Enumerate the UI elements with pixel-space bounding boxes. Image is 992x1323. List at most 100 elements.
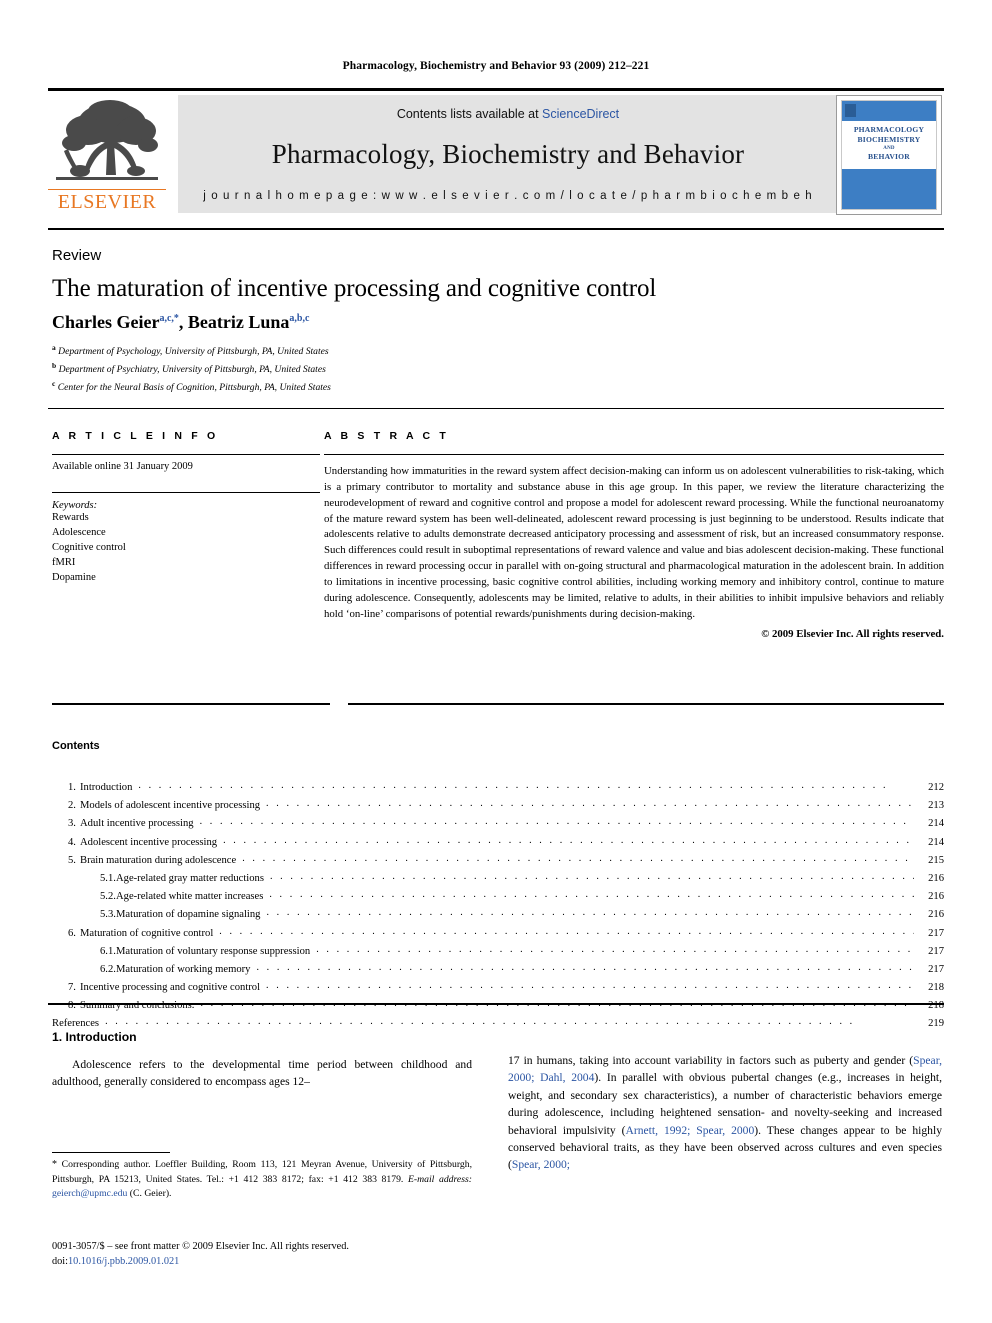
toc-page-number: 218 <box>928 982 944 994</box>
journal-title: Pharmacology, Biochemistry and Behavior <box>271 139 745 169</box>
sciencedirect-link[interactable]: ScienceDirect <box>542 107 619 121</box>
toc-label: Adolescent incentive processing <box>80 836 218 848</box>
toc-entry[interactable]: 8. Summary and conclusions.. . . . . . . … <box>52 996 944 1014</box>
keyword-item: Cognitive control <box>52 541 126 553</box>
toc-page-number: 216 <box>928 909 944 921</box>
intro-paragraph-left: Adolescence refers to the developmental … <box>52 1058 472 1089</box>
author-2-name: Beatriz Luna <box>187 312 290 332</box>
article-page: Pharmacology, Biochemistry and Behavior … <box>0 0 992 1323</box>
cover-line-3: AND <box>883 145 895 151</box>
toc-label: Maturation of cognitive control <box>80 927 214 939</box>
toc-leader: . . . . . . . . . . . . . . . . . . . . … <box>199 816 914 828</box>
toc-entry[interactable]: 3. Adult incentive processing . . . . . . … <box>52 814 944 832</box>
abstract-panel: A B S T R A C T Understanding how immatu… <box>324 430 944 640</box>
citation-link[interactable]: Arnett, 1992; Spear, 2000 <box>626 1124 755 1137</box>
body-column-left: 1. Introduction Adolescence refers to th… <box>52 1030 472 1091</box>
journal-homepage-link[interactable]: j o u r n a l h o m e p a g e : w w w . … <box>178 190 838 202</box>
toc-page-number: 213 <box>928 800 944 812</box>
toc-page-number: 217 <box>928 963 944 975</box>
abstract-heading: A B S T R A C T <box>324 430 449 442</box>
toc-label: Maturation of voluntary response suppres… <box>116 945 311 957</box>
affiliation-mark: c <box>52 378 56 388</box>
toc-entry[interactable]: 6. Maturation of cognitive control . . . .… <box>52 924 944 942</box>
citation-link[interactable]: Spear, 2000; <box>512 1158 570 1171</box>
affiliation-text: Department of Psychology, University of … <box>58 346 329 358</box>
toc-label: Maturation of dopamine signaling <box>116 909 261 921</box>
toc-leader: . . . . . . . . . . . . . . . . . . . . … <box>266 980 914 992</box>
email-link[interactable]: geierch@upmc.edu <box>52 1188 127 1199</box>
intro-paragraph-right: 17 in humans, taking into account variab… <box>508 1052 942 1174</box>
toc-label: Adult incentive processing <box>80 818 194 830</box>
author-list: Charles Geiera,c,*, Beatriz Lunaa,b,c <box>52 312 912 333</box>
toc-label: Models of adolescent incentive processin… <box>80 800 261 812</box>
toc-number: 1. <box>68 782 76 794</box>
footnote-separator-rule <box>52 1152 170 1153</box>
masthead-bottom-rule <box>48 228 944 230</box>
toc-entry[interactable]: 5.2. Age-related white matter increases . … <box>52 887 944 905</box>
keywords-label: Keywords: <box>52 500 98 511</box>
table-of-contents: 1. Introduction . . . . . . . . . . . . . … <box>52 778 944 1033</box>
toc-entry[interactable]: 1. Introduction . . . . . . . . . . . . . … <box>52 778 944 796</box>
masthead-band: Contents lists available at ScienceDirec… <box>178 95 838 213</box>
toc-entry[interactable]: 5.3. Maturation of dopamine signaling . . … <box>52 905 944 923</box>
abstract-text: Understanding how immaturities in the re… <box>324 465 944 620</box>
doi-link[interactable]: 10.1016/j.pbb.2009.01.021 <box>68 1256 179 1267</box>
body-column-right: 17 in humans, taking into account variab… <box>508 1052 942 1174</box>
toc-page-number: 218 <box>928 1000 944 1012</box>
toc-number: 5. <box>68 854 76 866</box>
toc-page-number: 214 <box>928 818 944 830</box>
toc-number: 7. <box>68 982 76 994</box>
toc-number: 3. <box>68 818 76 830</box>
email-owner: (C. Geier). <box>127 1187 172 1199</box>
doi-line: doi:10.1016/j.pbb.2009.01.021 <box>52 1255 512 1270</box>
toc-label: Incentive processing and cognitive contr… <box>80 982 261 994</box>
section-heading-introduction: 1. Introduction <box>52 1030 137 1044</box>
toc-page-number: 216 <box>928 872 944 884</box>
toc-label: Age-related gray matter reductions <box>116 872 264 884</box>
doi-label: doi: <box>52 1255 69 1267</box>
title-block-bottom-rule <box>48 408 944 409</box>
abstract-bottom-rule <box>348 703 944 705</box>
toc-number: 5.3. <box>100 909 116 921</box>
toc-entry[interactable]: 5. Brain maturation during adolescence . .… <box>52 851 944 869</box>
toc-number: 6.2. <box>100 963 116 975</box>
toc-number: 5.1. <box>100 872 116 884</box>
toc-leader: . . . . . . . . . . . . . . . . . . . . … <box>105 1016 855 1028</box>
toc-entry[interactable]: 4. Adolescent incentive processing . . . .… <box>52 833 944 851</box>
intro-text-1: 17 in humans, taking into account variab… <box>508 1054 914 1067</box>
article-info-heading: A R T I C L E I N F O <box>52 430 219 442</box>
toc-label: Summary and conclusions. <box>80 1000 195 1012</box>
toc-number: 6.1. <box>100 945 116 957</box>
toc-page-number: 214 <box>928 836 944 848</box>
author-separator: , <box>178 312 188 332</box>
author-1-affil-marks: a,c,* <box>159 313 179 324</box>
email-address-label: E-mail address: <box>407 1173 472 1185</box>
article-info-panel: A R T I C L E I N F O Available online 3… <box>52 430 320 586</box>
toc-leader: . . . . . . . . . . . . . . . . . . . . … <box>269 889 914 901</box>
affiliation-item: c Center for the Neural Basis of Cogniti… <box>52 378 912 396</box>
page-title: The maturation of incentive processing a… <box>52 275 657 302</box>
toc-entry[interactable]: 6.1. Maturation of voluntary response sup… <box>52 942 944 960</box>
toc-number: 6. <box>68 927 76 939</box>
toc-entry[interactable]: 2. Models of adolescent incentive process… <box>52 796 944 814</box>
toc-entry[interactable]: 7. Incentive processing and cognitive con… <box>52 978 944 996</box>
toc-entry[interactable]: 5.1. Age-related gray matter reductions . … <box>52 869 944 887</box>
contents-available-label: Contents lists available at <box>396 107 539 121</box>
cover-line-2: BIOCHEMISTRY <box>857 135 921 145</box>
elsevier-tree-icon <box>50 97 164 189</box>
journal-masthead: ELSEVIER Contents lists available at Sci… <box>48 88 944 217</box>
toc-leader: . . . . . . . . . . . . . . . . . . . . … <box>242 852 914 864</box>
article-type: Review <box>52 247 102 264</box>
toc-entry[interactable]: 6.2. Maturation of working memory . . . . … <box>52 960 944 978</box>
contents-available-line: Contents lists available at ScienceDirec… <box>178 107 838 121</box>
imprint-block: 0091-3057/$ – see front matter © 2009 El… <box>52 1240 512 1270</box>
toc-leader: . . . . . . . . . . . . . . . . . . . . … <box>256 961 914 973</box>
toc-label: Introduction <box>80 782 133 794</box>
affiliation-text: Department of Psychiatry, University of … <box>58 363 326 375</box>
info-bottom-rule <box>52 703 330 705</box>
toc-number: 4. <box>68 836 76 848</box>
affiliation-item: a Department of Psychology, University o… <box>52 342 912 360</box>
author-1-name: Charles Geier <box>52 312 160 332</box>
author-2-affil-marks: a,b,c <box>289 313 310 324</box>
toc-label: Maturation of working memory <box>116 963 251 975</box>
